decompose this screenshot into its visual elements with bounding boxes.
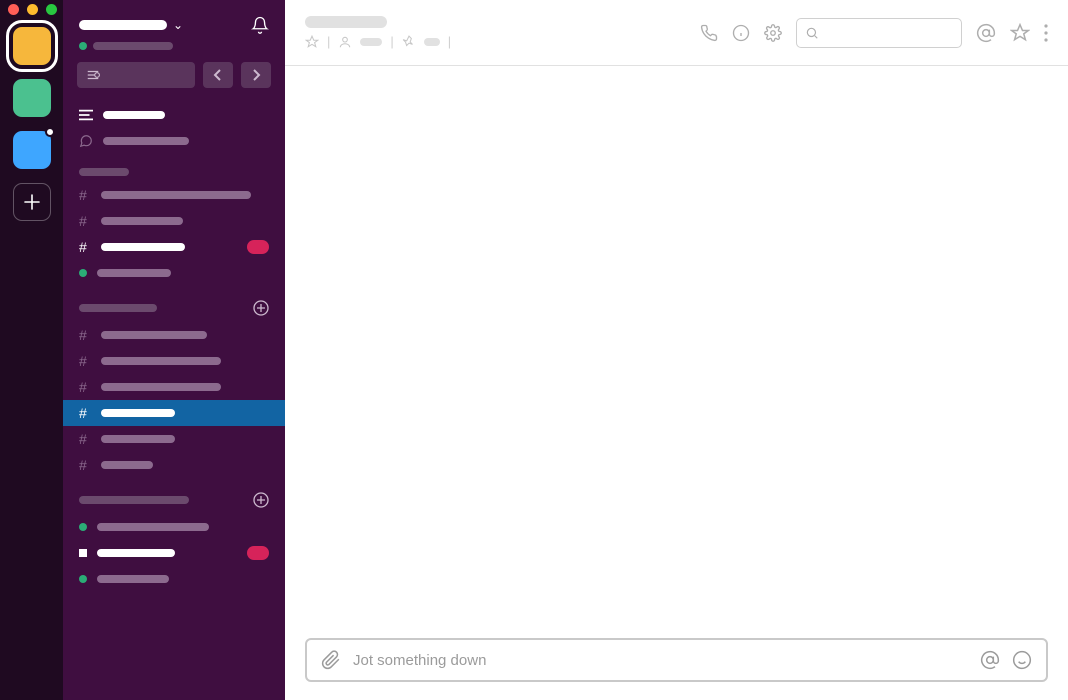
star-icon[interactable]: [305, 35, 319, 49]
user-status-row[interactable]: [63, 42, 285, 62]
channel-item[interactable]: #: [63, 426, 285, 452]
workspace-tile-3[interactable]: [13, 131, 51, 169]
channel-item[interactable]: #: [63, 374, 285, 400]
info-icon[interactable]: [732, 24, 750, 42]
attachment-icon[interactable]: [321, 650, 341, 670]
window-controls: [8, 4, 57, 15]
workspace-tile-2[interactable]: [13, 79, 51, 117]
all-threads-item[interactable]: [63, 128, 285, 154]
add-channel-icon[interactable]: [253, 300, 269, 316]
channel-item-unread[interactable]: #: [63, 234, 285, 260]
jump-to-search[interactable]: [77, 62, 195, 88]
add-workspace-button[interactable]: [13, 183, 51, 221]
emoji-picker-icon[interactable]: [1012, 650, 1032, 670]
presence-indicator-icon: [79, 42, 87, 50]
all-unreads-item[interactable]: [63, 102, 285, 128]
channel-sidebar: ⌄ # # # # # #: [63, 0, 285, 700]
channel-item[interactable]: #: [63, 452, 285, 478]
presence-indicator-icon: [79, 523, 87, 531]
members-icon[interactable]: [338, 35, 352, 49]
sidebar-header: ⌄: [63, 16, 285, 42]
channel-item-active[interactable]: #: [63, 400, 285, 426]
dm-item[interactable]: [63, 260, 285, 286]
channel-name-placeholder[interactable]: [305, 16, 387, 28]
main-panel: | | |: [285, 0, 1068, 700]
call-icon[interactable]: [700, 24, 718, 42]
channel-title-block: | | |: [305, 16, 451, 49]
mention-badge: [247, 240, 269, 254]
channel-item[interactable]: #: [63, 182, 285, 208]
workspace-rail: [0, 0, 63, 700]
unread-dot-icon: [45, 127, 55, 137]
member-count-placeholder: [360, 38, 382, 46]
message-input[interactable]: [353, 652, 968, 669]
history-back-button[interactable]: [203, 62, 233, 88]
section-label-placeholder: [79, 168, 129, 176]
section-label-placeholder: [79, 304, 157, 312]
message-area: [285, 66, 1068, 700]
chevron-down-icon: ⌄: [173, 18, 183, 32]
search-input[interactable]: [796, 18, 962, 48]
add-dm-icon[interactable]: [253, 492, 269, 508]
section-label-placeholder: [79, 496, 189, 504]
channel-item[interactable]: #: [63, 208, 285, 234]
channel-item[interactable]: #: [63, 322, 285, 348]
presence-indicator-icon: [79, 269, 87, 277]
pin-icon[interactable]: [402, 35, 416, 49]
thread-icon: [79, 134, 93, 148]
search-icon: [805, 26, 819, 40]
star-outline-icon[interactable]: [1010, 23, 1030, 43]
item-label-placeholder: [103, 137, 189, 145]
close-window-icon[interactable]: [8, 4, 19, 15]
team-name-placeholder: [79, 20, 167, 30]
history-forward-button[interactable]: [241, 62, 271, 88]
more-menu-icon[interactable]: [1044, 24, 1048, 42]
minimize-window-icon[interactable]: [27, 4, 38, 15]
message-composer[interactable]: [305, 638, 1048, 682]
team-switcher[interactable]: ⌄: [79, 18, 183, 32]
list-icon: [79, 109, 93, 121]
username-placeholder: [93, 42, 173, 50]
channel-header: | | |: [285, 0, 1068, 66]
channel-item[interactable]: #: [63, 348, 285, 374]
dms-section-header[interactable]: [63, 478, 285, 514]
sidebar-tools: [63, 62, 285, 102]
settings-gear-icon[interactable]: [764, 24, 782, 42]
mentions-icon[interactable]: [976, 23, 996, 43]
notifications-bell-icon[interactable]: [251, 16, 269, 34]
presence-indicator-icon: [79, 575, 87, 583]
item-label-placeholder: [103, 111, 165, 119]
channel-meta: | | |: [305, 34, 451, 49]
mention-button-icon[interactable]: [980, 650, 1000, 670]
mention-badge: [247, 546, 269, 560]
starred-section-header[interactable]: [63, 154, 285, 182]
header-actions: [700, 18, 1048, 48]
dm-item[interactable]: [63, 566, 285, 592]
workspace-tile-1[interactable]: [13, 27, 51, 65]
channels-section-header[interactable]: [63, 286, 285, 322]
dm-item[interactable]: [63, 514, 285, 540]
maximize-window-icon[interactable]: [46, 4, 57, 15]
pin-count-placeholder: [424, 38, 440, 46]
dm-item-unread[interactable]: [63, 540, 285, 566]
bot-indicator-icon: [79, 549, 87, 557]
